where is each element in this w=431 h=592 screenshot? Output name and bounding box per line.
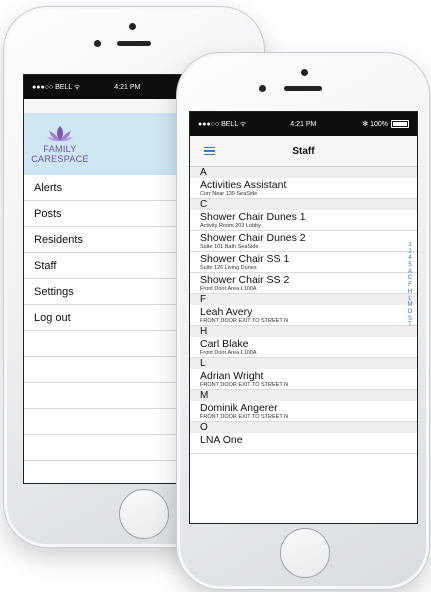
staff-location: Suite 126 Living Dunes [200, 265, 257, 271]
staff-location: Suite 101 Bath SeaSide [200, 244, 259, 250]
staff-name: Adrian Wright [200, 370, 264, 382]
section-header-o: O [190, 422, 417, 433]
staff-location: Corr Near 139 SeaSide [200, 191, 258, 197]
page-title: Staff [292, 145, 315, 157]
staff-location: Activity Room 203 Lobby [200, 223, 261, 229]
index-letter[interactable]: T [406, 322, 414, 329]
carrier-label: ●●●○○ BELL ᯤ [32, 83, 81, 91]
staff-screen: ●●●○○ BELL ᯤ 4:21 PM ✻ 100% Staff A Activ… [189, 111, 418, 524]
front-camera [94, 40, 101, 47]
index-letter[interactable]: 2 [406, 249, 414, 256]
section-header-c: C [190, 199, 417, 210]
staff-name: Shower Chair Dunes 2 [200, 232, 306, 244]
staff-name: Activities Assistant [200, 179, 287, 191]
section-header-h: H [190, 326, 417, 337]
nav-bar: Staff [190, 136, 417, 167]
index-letter[interactable]: 4 [406, 255, 414, 262]
index-letter[interactable]: H [406, 289, 414, 296]
section-header-f: F [190, 294, 417, 305]
index-letter[interactable]: 5 [406, 262, 414, 269]
speaker-grill [284, 86, 322, 91]
section-header-l: L [190, 358, 417, 369]
staff-name: Dominik Angerer [200, 402, 278, 414]
staff-location: FRONT DOOR EXIT TO STREET N [200, 318, 289, 324]
status-bar: ●●●○○ BELL ᯤ 4:21 PM ✻ 100% [190, 112, 417, 136]
staff-row[interactable]: Shower Chair Dunes 2 Suite 101 Bath SeaSi… [190, 231, 417, 252]
staff-row[interactable]: Carl Blake Front Door Area L100A [190, 337, 417, 358]
lotus-icon [47, 126, 73, 142]
staff-location: FRONT DOOR EXIT TO STREET N [200, 382, 289, 388]
home-button[interactable] [280, 528, 330, 578]
camera-dot [129, 23, 136, 30]
index-letter[interactable]: L [406, 296, 414, 303]
index-letter[interactable]: 1 [406, 242, 414, 249]
staff-row[interactable]: Leah Avery FRONT DOOR EXIT TO STREET N [190, 305, 417, 326]
battery-status: ✻ 100% [362, 120, 409, 128]
staff-name: LNA One [200, 434, 243, 446]
section-header-a: A [190, 167, 417, 178]
staff-list[interactable]: A Activities Assistant Corr Near 139 SeaSi… [190, 167, 417, 454]
logo-text: FAMILY CARESPACE [24, 144, 96, 164]
index-letter[interactable]: C [406, 275, 414, 282]
home-button[interactable] [119, 489, 169, 539]
battery-text: ✻ 100% [362, 121, 388, 128]
battery-icon [391, 120, 409, 128]
staff-location: FRONT DOOR EXIT TO STREET N [200, 414, 289, 420]
logo-line-1: FAMILY [43, 144, 77, 154]
index-letter[interactable]: M [406, 302, 414, 309]
index-letter[interactable]: A [406, 269, 414, 276]
status-time: 4:21 PM [290, 120, 317, 128]
staff-row[interactable]: Adrian Wright FRONT DOOR EXIT TO STREET N [190, 369, 417, 390]
staff-row[interactable]: Shower Chair SS 2 Front Door Area L100A [190, 273, 417, 294]
hamburger-menu-icon[interactable] [204, 147, 215, 156]
logo-line-2: CARESPACE [31, 154, 89, 164]
staff-row[interactable]: Shower Chair Dunes 1 Activity Room 203 Lo… [190, 210, 417, 231]
staff-row[interactable]: Dominik Angerer FRONT DOOR EXIT TO STREET… [190, 401, 417, 422]
index-letter[interactable]: F [406, 282, 414, 289]
front-phone: ●●●○○ BELL ᯤ 4:21 PM ✻ 100% Staff A Activ… [176, 52, 430, 590]
staff-row[interactable]: Shower Chair SS 1 Suite 126 Living Dunes [190, 252, 417, 273]
carrier-label: ●●●○○ BELL ᯤ [198, 120, 247, 128]
staff-name: Shower Chair Dunes 1 [200, 211, 306, 223]
index-letter[interactable]: O [406, 309, 414, 316]
front-camera [259, 85, 266, 92]
section-header-m: M [190, 390, 417, 401]
staff-location: Front Door Area L100A [200, 286, 257, 292]
staff-location: Front Door Area L100A [200, 350, 257, 356]
status-time: 4:21 PM [114, 83, 141, 91]
staff-name: Shower Chair SS 2 [200, 274, 290, 286]
staff-name: Shower Chair SS 1 [200, 253, 290, 265]
speaker-grill [117, 41, 151, 46]
section-index[interactable]: 1245ACFHLMOST [406, 242, 414, 329]
index-letter[interactable]: S [406, 316, 414, 323]
staff-name: Carl Blake [200, 338, 249, 350]
staff-name: Leah Avery [200, 306, 253, 318]
staff-row[interactable]: Activities Assistant Corr Near 139 SeaSid… [190, 178, 417, 199]
staff-row[interactable]: LNA One [190, 433, 417, 454]
camera-dot [301, 69, 308, 76]
